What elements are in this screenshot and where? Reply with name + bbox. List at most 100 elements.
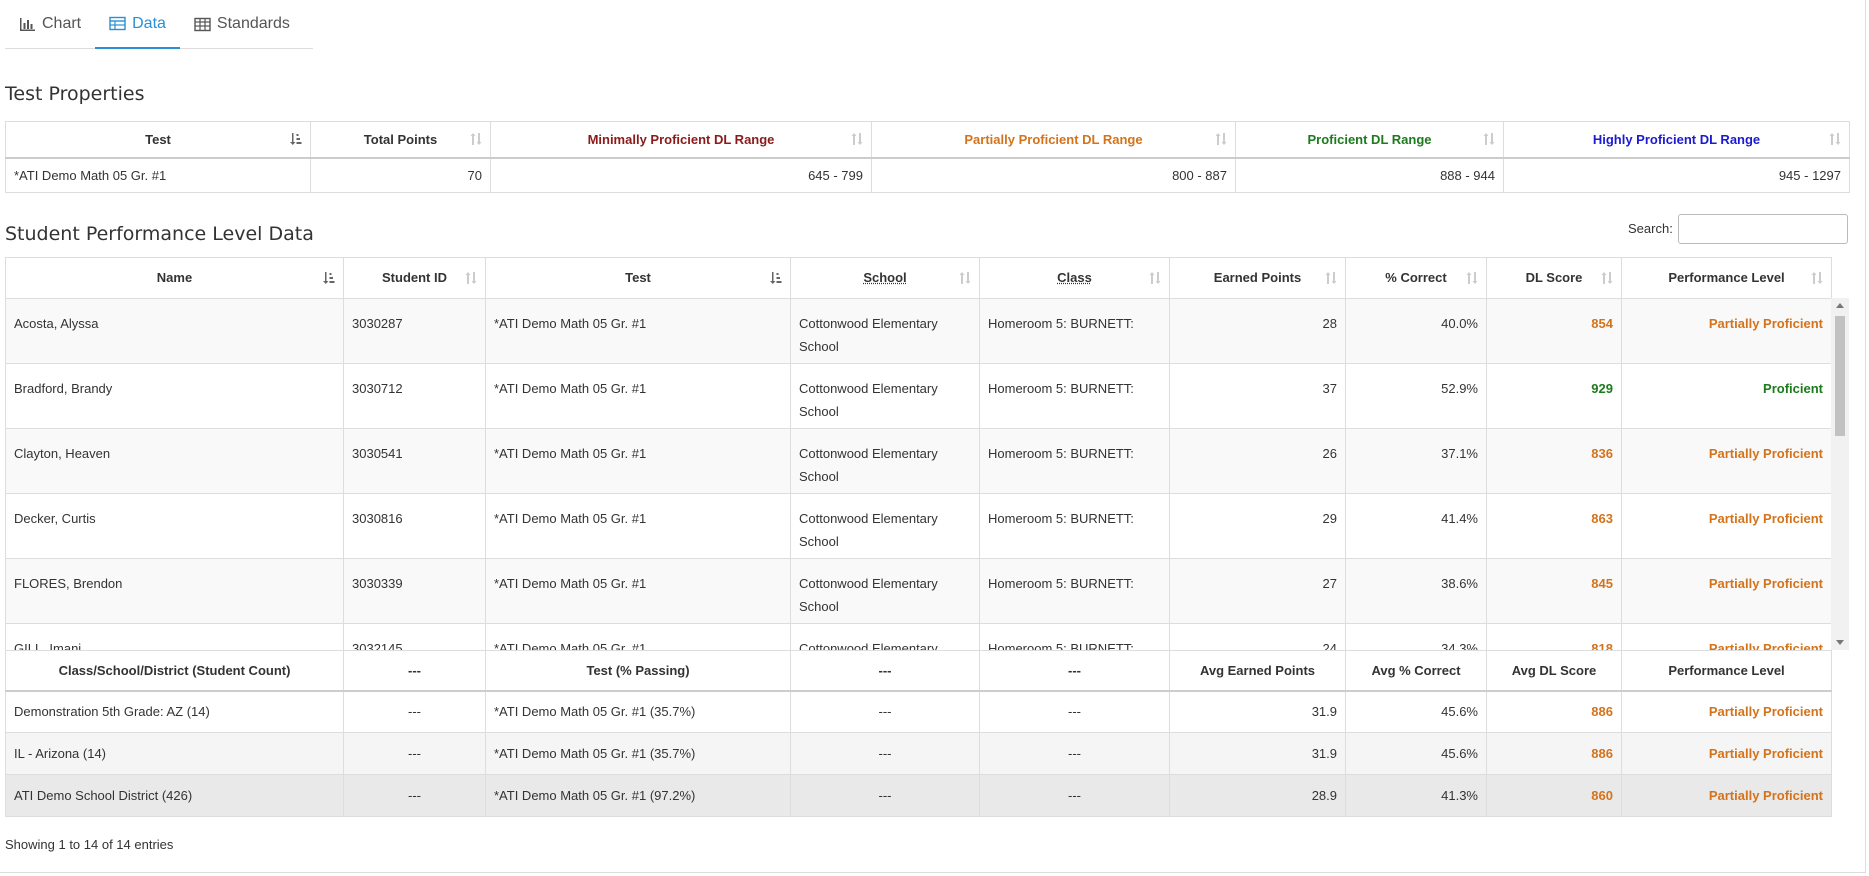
- cell-test: *ATI Demo Math 05 Gr. #1: [485, 428, 791, 494]
- st-header-performance-level[interactable]: Performance Level: [1621, 257, 1832, 300]
- summary-cell: 886: [1486, 732, 1622, 775]
- grid-icon: [194, 17, 211, 31]
- tp-cell-minimally: 645 - 799: [490, 157, 872, 193]
- tp-header-proficient[interactable]: Proficient DL Range: [1235, 121, 1504, 159]
- cell-pct: 41.4%: [1345, 493, 1487, 559]
- table-row[interactable]: GILL, Imani 3032145 *ATI Demo Math 05 Gr. …: [5, 623, 1832, 650]
- cell-name: Clayton, Heaven: [5, 428, 344, 494]
- student-table: Acosta, Alyssa 3030287 *ATI Demo Math 05 G…: [5, 298, 1832, 650]
- summary-header: Avg Earned Points: [1169, 650, 1346, 692]
- cell-name: FLORES, Brendon: [5, 558, 344, 624]
- tp-header-total-points[interactable]: Total Points: [310, 121, 491, 159]
- summary-cell: ---: [343, 732, 486, 775]
- cell-pct: 34.3%: [1345, 623, 1487, 650]
- tab-standards-label: Standards: [216, 15, 290, 32]
- cell-id: 3030541: [343, 428, 486, 494]
- cell-name: Decker, Curtis: [5, 493, 344, 559]
- cell-class: Homeroom 5: BURNETT:: [979, 428, 1170, 494]
- tp-header-test[interactable]: Test: [5, 121, 311, 159]
- cell-dl: 836: [1486, 428, 1622, 494]
- table-row[interactable]: Acosta, Alyssa 3030287 *ATI Demo Math 05 G…: [5, 298, 1832, 364]
- st-header-class[interactable]: Class: [979, 257, 1170, 300]
- cell-level: Partially Proficient: [1621, 298, 1832, 364]
- cell-test: *ATI Demo Math 05 Gr. #1: [485, 558, 791, 624]
- tab-standards[interactable]: Standards: [180, 0, 304, 48]
- sort-icon: [465, 271, 477, 284]
- cell-school: Cottonwood Elementary School: [790, 558, 980, 624]
- summary-cell: Demonstration 5th Grade: AZ (14): [5, 690, 344, 733]
- summary-header: Class/School/District (Student Count): [5, 650, 344, 692]
- st-header-name[interactable]: Name: [5, 257, 344, 300]
- summary-cell: ATI Demo School District (426): [5, 774, 344, 817]
- st-header-pct-correct[interactable]: % Correct: [1345, 257, 1487, 300]
- table-row[interactable]: Decker, Curtis 3030816 *ATI Demo Math 05 G…: [5, 493, 1832, 559]
- sort-icon: [1483, 133, 1495, 146]
- tab-data[interactable]: Data: [95, 0, 180, 49]
- cell-class: Homeroom 5: BURNETT:: [979, 493, 1170, 559]
- cell-test: *ATI Demo Math 05 Gr. #1: [485, 363, 791, 429]
- cell-id: 3032145: [343, 623, 486, 650]
- table-row[interactable]: Bradford, Brandy 3030712 *ATI Demo Math 05…: [5, 363, 1832, 429]
- summary-cell: IL - Arizona (14): [5, 732, 344, 775]
- cell-dl: 818: [1486, 623, 1622, 650]
- cell-earned: 26: [1169, 428, 1346, 494]
- cell-id: 3030339: [343, 558, 486, 624]
- sort-asc-icon: [323, 271, 335, 284]
- tp-cell-highly: 945 - 1297: [1503, 157, 1850, 193]
- cell-pct: 37.1%: [1345, 428, 1487, 494]
- summary-cell: *ATI Demo Math 05 Gr. #1 (35.7%): [485, 732, 791, 775]
- cell-level: Proficient: [1621, 363, 1832, 429]
- cell-school: Cottonwood Elementary School: [790, 493, 980, 559]
- st-header-school[interactable]: School: [790, 257, 980, 300]
- student-table-scroll-area[interactable]: Acosta, Alyssa 3030287 *ATI Demo Math 05 G…: [5, 298, 1849, 650]
- scroll-down-icon[interactable]: [1836, 640, 1844, 645]
- cell-dl: 863: [1486, 493, 1622, 559]
- tp-header-partially[interactable]: Partially Proficient DL Range: [871, 121, 1236, 159]
- summary-cell: ---: [790, 774, 980, 817]
- sort-icon: [851, 133, 863, 146]
- scroll-up-icon[interactable]: [1836, 303, 1844, 308]
- table-row: *ATI Demo Math 05 Gr. #1 70 645 - 799 80…: [5, 157, 1850, 193]
- sort-icon: [1601, 271, 1613, 284]
- st-header-student-id[interactable]: Student ID: [343, 257, 486, 300]
- cell-class: Homeroom 5: BURNETT:: [979, 623, 1170, 650]
- summary-header: Test (% Passing): [485, 650, 791, 692]
- cell-earned: 24: [1169, 623, 1346, 650]
- tab-data-label: Data: [132, 14, 166, 32]
- sort-icon: [959, 271, 971, 284]
- summary-cell: Partially Proficient: [1621, 774, 1832, 817]
- test-properties-title: Test Properties: [5, 83, 145, 105]
- cell-class: Homeroom 5: BURNETT:: [979, 558, 1170, 624]
- tp-cell-total: 70: [310, 157, 491, 193]
- cell-name: Bradford, Brandy: [5, 363, 344, 429]
- st-header-test[interactable]: Test: [485, 257, 791, 300]
- vertical-scrollbar[interactable]: [1831, 298, 1849, 650]
- cell-dl: 854: [1486, 298, 1622, 364]
- test-properties-table: Test Total Points Minimally Proficient D…: [5, 121, 1850, 193]
- cell-test: *ATI Demo Math 05 Gr. #1: [485, 623, 791, 650]
- cell-test: *ATI Demo Math 05 Gr. #1: [485, 298, 791, 364]
- summary-header: ---: [790, 650, 980, 692]
- summary-cell: ---: [790, 690, 980, 733]
- sort-icon: [1811, 271, 1823, 284]
- summary-cell: Partially Proficient: [1621, 732, 1832, 775]
- table-row[interactable]: Clayton, Heaven 3030541 *ATI Demo Math 05 …: [5, 428, 1832, 494]
- st-header-dl-score[interactable]: DL Score: [1486, 257, 1622, 300]
- cell-id: 3030287: [343, 298, 486, 364]
- summary-row: IL - Arizona (14) --- *ATI Demo Math 05 Gr…: [5, 732, 1832, 775]
- summary-cell: 41.3%: [1345, 774, 1487, 817]
- scroll-thumb[interactable]: [1835, 316, 1845, 436]
- tp-header-minimally[interactable]: Minimally Proficient DL Range: [490, 121, 872, 159]
- sort-icon: [1325, 271, 1337, 284]
- search-input[interactable]: [1678, 214, 1848, 244]
- tp-cell-proficient: 888 - 944: [1235, 157, 1504, 193]
- tp-cell-partially: 800 - 887: [871, 157, 1236, 193]
- table-row[interactable]: FLORES, Brendon 3030339 *ATI Demo Math 05 …: [5, 558, 1832, 624]
- summary-header: Performance Level: [1621, 650, 1832, 692]
- tab-chart[interactable]: Chart: [5, 0, 95, 48]
- st-header-earned-points[interactable]: Earned Points: [1169, 257, 1346, 300]
- summary-cell: ---: [979, 732, 1170, 775]
- tp-header-highly[interactable]: Highly Proficient DL Range: [1503, 121, 1850, 159]
- summary-cell: 886: [1486, 690, 1622, 733]
- cell-class: Homeroom 5: BURNETT:: [979, 298, 1170, 364]
